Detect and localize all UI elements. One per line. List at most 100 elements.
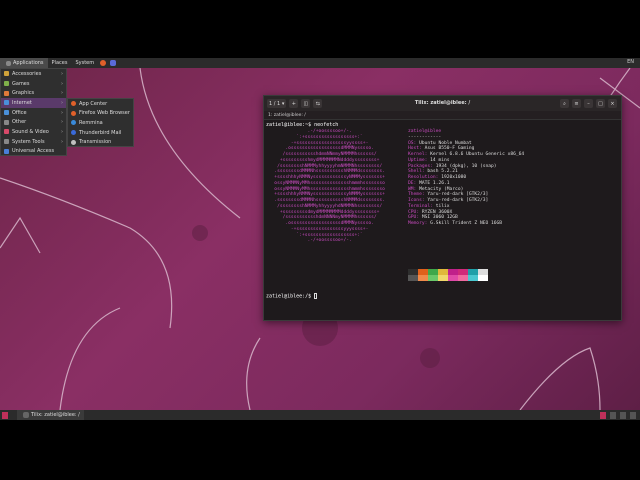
places-label: Places bbox=[51, 60, 68, 66]
palette-swatch bbox=[418, 275, 428, 281]
grid-icon bbox=[6, 60, 11, 66]
info-value: 14 mins bbox=[430, 157, 450, 163]
menu-icon[interactable]: ≡ bbox=[572, 99, 581, 108]
maximize-icon[interactable]: □ bbox=[596, 99, 605, 108]
info-key: Uptime bbox=[408, 157, 425, 163]
app-icon bbox=[71, 110, 76, 116]
submenu-item-transmission[interactable]: Transmission bbox=[68, 137, 133, 147]
info-value: 1920x1080 bbox=[441, 175, 467, 180]
workspace-1[interactable] bbox=[600, 411, 606, 419]
menu-item-label: Internet bbox=[12, 99, 32, 106]
terminal-body[interactable]: zatiel@iblee:~$ neofetch .-/+oossssoo+/-… bbox=[264, 120, 621, 300]
system-label: System bbox=[75, 60, 95, 66]
search-icon[interactable]: ⌕ bbox=[560, 99, 569, 108]
menu-item-office[interactable]: Office › bbox=[1, 108, 66, 118]
menu-item-universal-access[interactable]: Universal Access bbox=[1, 147, 66, 157]
task-label: Tilix: zatiel@iblee: / bbox=[31, 412, 80, 418]
menu-item-graphics[interactable]: Graphics › bbox=[1, 88, 66, 98]
workspace-2[interactable] bbox=[610, 411, 616, 419]
app-icon bbox=[71, 101, 76, 107]
category-icon bbox=[4, 100, 9, 106]
internet-submenu: App Center Firefox Web Browser Remmina Thun… bbox=[67, 98, 134, 147]
neofetch-info: zatiel@iblee ------------ OS: Ubuntu Nob… bbox=[408, 129, 524, 227]
submenu-item-label: App Center bbox=[79, 100, 108, 107]
desktop-screen: Applications Places System EN Accessorie… bbox=[0, 0, 640, 480]
add-session-button[interactable]: + bbox=[289, 99, 299, 108]
menu-item-label: Games bbox=[12, 80, 30, 87]
session-switcher-button[interactable]: 1 / 1 ▾ bbox=[267, 99, 287, 108]
submenu-item-remmina[interactable]: Remmina bbox=[68, 118, 133, 128]
split-vertical-icon[interactable]: ⇆ bbox=[313, 99, 323, 108]
taskbar-item-tilix[interactable]: Tilix: zatiel@iblee: / bbox=[17, 410, 84, 420]
split-horizontal-icon[interactable]: ◫ bbox=[301, 99, 311, 108]
info-value: tilix bbox=[435, 203, 450, 209]
info-key: Packages bbox=[408, 163, 431, 169]
info-key: Icons bbox=[408, 198, 422, 203]
places-menu-button[interactable]: Places bbox=[48, 58, 72, 68]
show-desktop-icon[interactable] bbox=[2, 411, 8, 419]
menu-item-label: Accessories bbox=[12, 70, 42, 77]
submenu-item-firefox-web-browser[interactable]: Firefox Web Browser bbox=[68, 109, 133, 119]
menu-item-label: System Tools bbox=[12, 138, 45, 145]
close-icon[interactable]: × bbox=[608, 99, 617, 108]
info-key: Terminal bbox=[408, 203, 431, 209]
terminal-launcher-icon[interactable] bbox=[110, 60, 117, 66]
menu-item-accessories[interactable]: Accessories › bbox=[1, 69, 66, 79]
prompt-text: zatiel@iblee:/$ bbox=[266, 293, 315, 300]
chevron-right-icon: › bbox=[61, 100, 63, 107]
menu-item-system-tools[interactable]: System Tools › bbox=[1, 137, 66, 147]
chevron-right-icon: › bbox=[61, 138, 63, 145]
chevron-right-icon: › bbox=[61, 129, 63, 136]
terminal-tab[interactable]: 1: zatiel@iblee: / bbox=[264, 111, 621, 120]
category-icon bbox=[4, 148, 9, 154]
info-value: RYZEN 3600X bbox=[421, 209, 453, 215]
bottom-panel: Tilix: zatiel@iblee: / bbox=[0, 410, 640, 420]
menu-item-label: Sound & Video bbox=[12, 128, 49, 135]
top-panel: Applications Places System EN bbox=[0, 58, 640, 68]
terminal-icon bbox=[23, 412, 29, 418]
minimize-icon[interactable]: – bbox=[584, 99, 593, 108]
applications-menu-button[interactable]: Applications bbox=[0, 58, 48, 68]
info-value: bash 5.2.21 bbox=[427, 169, 458, 175]
info-value: Asus B550-F Gaming bbox=[424, 146, 475, 152]
submenu-item-app-center[interactable]: App Center bbox=[68, 99, 133, 109]
workspace-4[interactable] bbox=[630, 411, 636, 419]
submenu-item-label: Transmission bbox=[79, 139, 112, 146]
tab-counter: 1 / 1 bbox=[269, 100, 281, 107]
category-icon bbox=[4, 139, 9, 145]
palette-swatch bbox=[428, 275, 438, 281]
menu-item-label: Universal Access bbox=[12, 148, 55, 155]
menu-item-other[interactable]: Other › bbox=[1, 117, 66, 127]
chevron-right-icon: › bbox=[61, 80, 63, 87]
info-key: Kernel bbox=[408, 152, 425, 157]
keyboard-layout-indicator[interactable]: EN bbox=[627, 59, 634, 65]
menu-item-sound-video[interactable]: Sound & Video › bbox=[1, 127, 66, 137]
submenu-item-label: Thunderbird Mail bbox=[79, 129, 122, 136]
info-row: Memory: G.Skill Trident Z NEO 16GB bbox=[408, 221, 503, 226]
applications-label: Applications bbox=[13, 60, 44, 66]
info-value: Metacity (Marco) bbox=[419, 186, 464, 192]
info-key: Theme bbox=[408, 192, 422, 198]
palette-swatch bbox=[458, 275, 468, 281]
palette-swatch bbox=[448, 275, 458, 281]
info-key: Memory bbox=[408, 221, 425, 226]
menu-item-internet[interactable]: Internet › bbox=[1, 98, 66, 108]
system-menu-button[interactable]: System bbox=[71, 58, 98, 68]
terminal-header-bar: 1 / 1 ▾ + ◫ ⇆ Tilix: zatiel@iblee: / ⌕ ≡… bbox=[264, 96, 621, 111]
info-key: Host bbox=[408, 146, 420, 152]
workspace-3[interactable] bbox=[620, 411, 626, 419]
menu-item-games[interactable]: Games › bbox=[1, 79, 66, 89]
menu-item-label: Other bbox=[12, 119, 27, 126]
chevron-right-icon: › bbox=[61, 109, 63, 116]
palette-swatch bbox=[438, 275, 448, 281]
submenu-item-label: Remmina bbox=[79, 119, 103, 126]
menu-item-label: Office bbox=[12, 109, 27, 116]
current-prompt: zatiel@iblee:/$ bbox=[266, 293, 318, 300]
category-icon bbox=[4, 129, 9, 135]
info-value: Yaru-red-dark [GTK2/3] bbox=[427, 198, 489, 203]
category-icon bbox=[4, 90, 9, 96]
submenu-item-thunderbird-mail[interactable]: Thunderbird Mail bbox=[68, 128, 133, 138]
applications-menu: Accessories › Games › Graphics › Internet › Offi… bbox=[0, 68, 67, 156]
firefox-launcher-icon[interactable] bbox=[100, 60, 107, 66]
chevron-right-icon: › bbox=[61, 119, 63, 126]
